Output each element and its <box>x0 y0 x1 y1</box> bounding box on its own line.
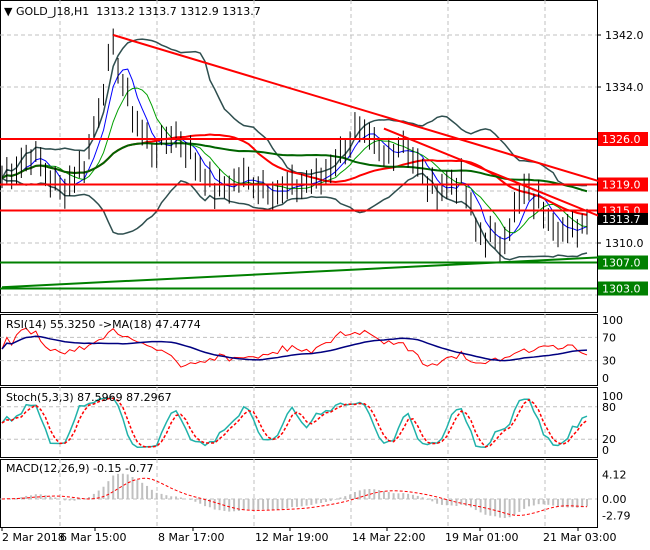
rsi-ma-line <box>1 335 588 362</box>
macd-axis-label: -2.79 <box>602 510 630 523</box>
stoch-signal-line <box>1 397 588 448</box>
stoch-label: Stoch(5,3,3) 87.5969 87.2967 <box>6 391 172 404</box>
price-tick-label: 1310.0 <box>605 237 644 250</box>
rsi-line <box>1 327 588 368</box>
level-label-1307.0: 1307.0 <box>602 257 641 270</box>
bollinger-upper <box>1 38 588 187</box>
dropdown-triangle-icon[interactable]: ▼ <box>4 5 12 18</box>
ohlc-open: 1313.2 <box>96 5 135 18</box>
price-tick-label: 1342.0 <box>605 29 644 42</box>
time-label: 19 Mar 01:00 <box>445 531 518 544</box>
stoch-axis-label: 80 <box>602 401 616 414</box>
bollinger-lower <box>1 172 588 261</box>
pane-border-0 <box>0 0 598 313</box>
ma-fast <box>1 68 588 240</box>
chart-window[interactable]: 1326.0 1319.0 1315.0 1307.0 1303.0 1342.0 1334… <box>0 0 650 550</box>
ohlc-high: 1313.7 <box>138 5 177 18</box>
stoch-axis-label: 0 <box>602 444 609 457</box>
rsi-axis-label: 0 <box>602 372 609 385</box>
macd-axis-label: 4.12 <box>602 468 627 481</box>
rsi-label: RSI(14) 55.3250 ->MA(18) 47.4774 <box>6 318 201 331</box>
trendline-0 <box>112 34 602 183</box>
ohlc-low: 1312.9 <box>180 5 219 18</box>
time-label: 21 Mar 03:00 <box>543 531 616 544</box>
symbol-label: GOLD_J18,H1 <box>15 5 90 18</box>
level-label-1319.0: 1319.0 <box>602 179 641 192</box>
level-label-1303.0: 1303.0 <box>602 283 641 296</box>
macd-label: MACD(12,26,9) -0.15 -0.77 <box>6 462 154 475</box>
price-tick-label: 1334.0 <box>605 81 644 94</box>
current-price-label: 1313.7 <box>602 213 641 226</box>
rsi-axis-label: 70 <box>602 331 616 344</box>
macd-axis-label: 0.00 <box>602 493 627 506</box>
level-label-1326.0: 1326.0 <box>602 133 641 146</box>
time-label: 12 Mar 19:00 <box>255 531 328 544</box>
time-label: 6 Mar 15:00 <box>60 531 126 544</box>
time-label: 2 Mar 2018 <box>2 531 65 544</box>
symbol-header: ▼ GOLD_J18,H1 1313.2 1313.7 1312.9 1313.… <box>4 5 261 18</box>
rsi-axis-label: 30 <box>602 355 616 368</box>
ohlc-close: 1313.7 <box>222 5 261 18</box>
time-label: 14 Mar 22:00 <box>352 531 425 544</box>
time-label: 8 Mar 17:00 <box>158 531 224 544</box>
rsi-axis-label: 100 <box>602 314 623 327</box>
